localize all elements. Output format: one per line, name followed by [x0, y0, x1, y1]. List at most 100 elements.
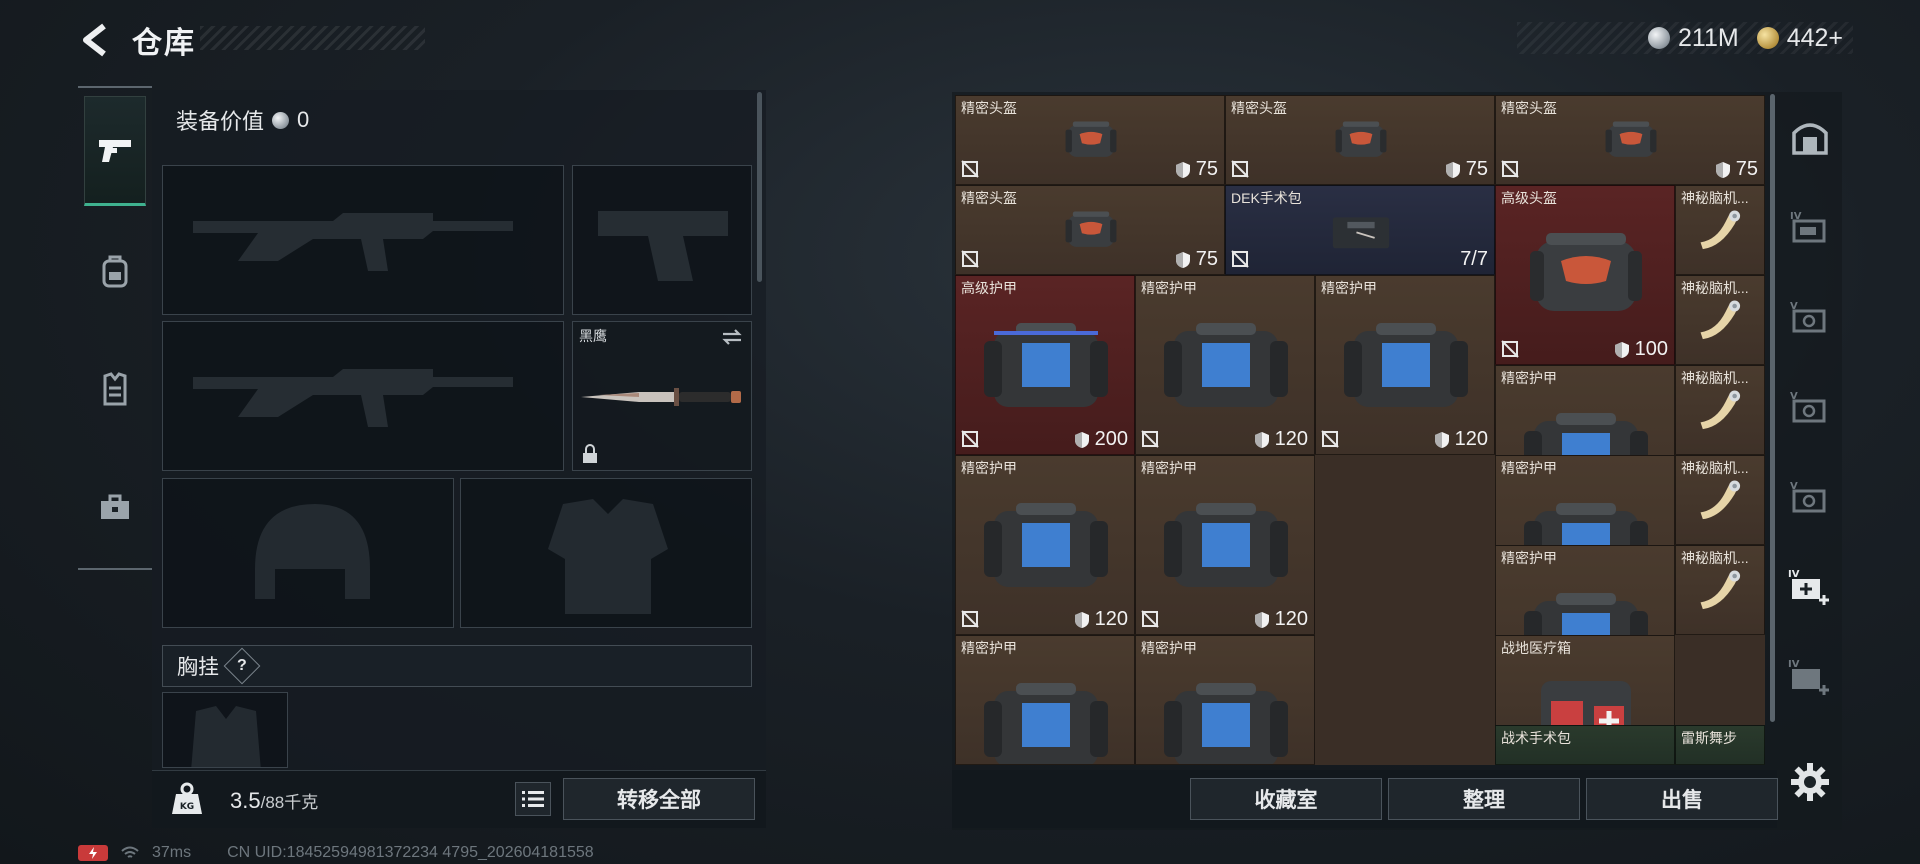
rail-case-v-3[interactable]: V [1782, 462, 1838, 532]
item-name: 神秘脑机... [1681, 280, 1749, 296]
uid-text: CN UID:18452594981372234 4795_2026041815… [227, 844, 594, 861]
storage-item-2[interactable]: 精密头盔 75 [1225, 95, 1495, 185]
back-arrow-icon [83, 23, 106, 57]
weight-icon: KG [172, 782, 202, 814]
item-name: 雷斯舞步 [1681, 730, 1737, 746]
brain-chip-icon [1700, 300, 1741, 340]
storage-item-19[interactable]: 神秘脑机... [1675, 545, 1765, 635]
no-insurance-icon [1141, 610, 1159, 628]
storage-item-1[interactable]: 精密头盔 75 [955, 95, 1225, 185]
storage-item-23[interactable]: 战术手术包 [1495, 725, 1675, 765]
svg-text:KG: KG [180, 802, 194, 812]
organize-button[interactable]: 整理 [1388, 778, 1580, 820]
item-value: 75 [1735, 158, 1758, 180]
item-value: 120 [1274, 428, 1308, 450]
item-name: 战地医疗箱 [1501, 640, 1571, 656]
sell-button[interactable]: 出售 [1586, 778, 1778, 820]
rail-safe-box[interactable] [1782, 102, 1838, 172]
rifle-silhouette-icon [193, 213, 513, 271]
item-value: 75 [1465, 158, 1488, 180]
collection-room-button[interactable]: 收藏室 [1190, 778, 1382, 820]
tab-backpack[interactable] [84, 216, 146, 326]
primary-weapon-slot[interactable] [162, 165, 564, 315]
settings-gear-icon[interactable] [1788, 760, 1832, 804]
shield-icon [1254, 431, 1269, 448]
storage-item-15[interactable]: 精密护甲 120 [1135, 455, 1315, 635]
rail-case-iv[interactable]: IV [1782, 192, 1838, 262]
lock-icon [583, 444, 597, 463]
item-name: 战术手术包 [1501, 730, 1571, 746]
tab-tools[interactable] [84, 452, 146, 562]
rail-add-case-iv-1[interactable]: IV [1782, 552, 1838, 622]
melee-slot[interactable]: 黑鹰 [572, 321, 752, 471]
chest-rig-label: 胸挂 [177, 656, 219, 679]
item-name: 精密护甲 [1501, 550, 1557, 566]
ping-text: 37ms [152, 844, 192, 861]
rail-add-case-iv-2[interactable]: IV [1782, 642, 1838, 712]
help-button[interactable]: ? [223, 647, 261, 685]
pistol-silhouette-icon [598, 211, 728, 281]
no-insurance-icon [1321, 430, 1339, 448]
helmet-slot[interactable] [162, 478, 454, 628]
chest-rig-header: 胸挂 ? [162, 645, 752, 687]
body-armor-icon [1164, 503, 1288, 587]
storage-item-13[interactable]: 神秘脑机... [1675, 365, 1765, 455]
tier5-case-icon: V [1790, 301, 1826, 333]
secondary-weapon-slot[interactable] [162, 321, 564, 471]
item-name: 精密护甲 [1501, 460, 1557, 476]
shield-icon [1254, 611, 1269, 628]
tab-chest-rig[interactable] [84, 334, 146, 444]
storage-item-20[interactable]: 精密护甲 [955, 635, 1135, 765]
storage-item-9[interactable]: 高级护甲 200 [955, 275, 1135, 455]
armor-slot[interactable] [460, 478, 752, 628]
swap-icon[interactable] [721, 328, 743, 346]
no-insurance-icon [961, 160, 979, 178]
storage-item-4[interactable]: 精密头盔 75 [955, 185, 1225, 275]
storage-item-5[interactable]: DEK手术包 7/7 [1225, 185, 1495, 275]
storage-item-21[interactable]: 精密护甲 [1135, 635, 1315, 765]
tactical-surgery-kit-icon [1516, 746, 1656, 765]
storage-item-17[interactable]: 神秘脑机... [1675, 455, 1765, 545]
storage-item-11[interactable]: 精密护甲 120 [1315, 275, 1495, 455]
safe-box-icon [1792, 123, 1828, 155]
silver-coin-icon [1648, 27, 1670, 49]
help-label: ? [237, 657, 247, 674]
currency-silver-value: 211M [1678, 23, 1739, 52]
svg-text:IV: IV [1788, 659, 1800, 670]
rail-case-v-2[interactable]: V [1782, 372, 1838, 442]
storage-item-6[interactable]: 高级头盔 100 [1495, 185, 1675, 365]
tier4-add-case-icon: IV [1788, 659, 1829, 695]
equipment-scrollbar[interactable] [757, 92, 762, 282]
tab-weapons[interactable] [84, 96, 146, 206]
storage-item-24[interactable]: 雷斯舞步 [1675, 725, 1765, 765]
storage-scrollbar[interactable] [1770, 94, 1775, 722]
item-durability: 120 [1254, 428, 1308, 451]
helmet-icon [1065, 121, 1117, 157]
list-view-button[interactable] [515, 782, 551, 816]
transfer-all-button[interactable]: 转移全部 [563, 778, 755, 820]
item-value: 100 [1634, 338, 1668, 360]
shield-icon [1175, 161, 1190, 178]
storage-item-8[interactable]: 神秘脑机... [1675, 275, 1765, 365]
sidearm-slot[interactable] [572, 165, 752, 315]
brain-chip-icon [1700, 390, 1741, 430]
currency-gold[interactable]: 442+ [1756, 24, 1843, 53]
rail-case-v-1[interactable]: V [1782, 282, 1838, 352]
storage-item-14[interactable]: 精密护甲 120 [955, 455, 1135, 635]
currency-silver[interactable]: 211M [1648, 24, 1739, 53]
storage-item-7[interactable]: 神秘脑机... [1675, 185, 1765, 275]
body-armor-icon [1164, 683, 1288, 764]
chest-rig-slot[interactable] [162, 692, 288, 768]
shield-icon [1445, 161, 1460, 178]
equipment-value-amount: 0 [297, 107, 310, 132]
no-insurance-icon [1231, 160, 1249, 178]
item-name: 精密护甲 [1501, 370, 1557, 386]
no-insurance-icon [1501, 160, 1519, 178]
item-name: 神秘脑机... [1681, 370, 1749, 386]
shield-icon [1614, 341, 1629, 358]
back-button[interactable] [76, 18, 116, 62]
item-name: 神秘脑机... [1681, 550, 1749, 566]
storage-item-3[interactable]: 精密头盔 75 [1495, 95, 1765, 185]
storage-item-10[interactable]: 精密护甲 120 [1135, 275, 1315, 455]
item-name: 高级护甲 [961, 280, 1017, 296]
